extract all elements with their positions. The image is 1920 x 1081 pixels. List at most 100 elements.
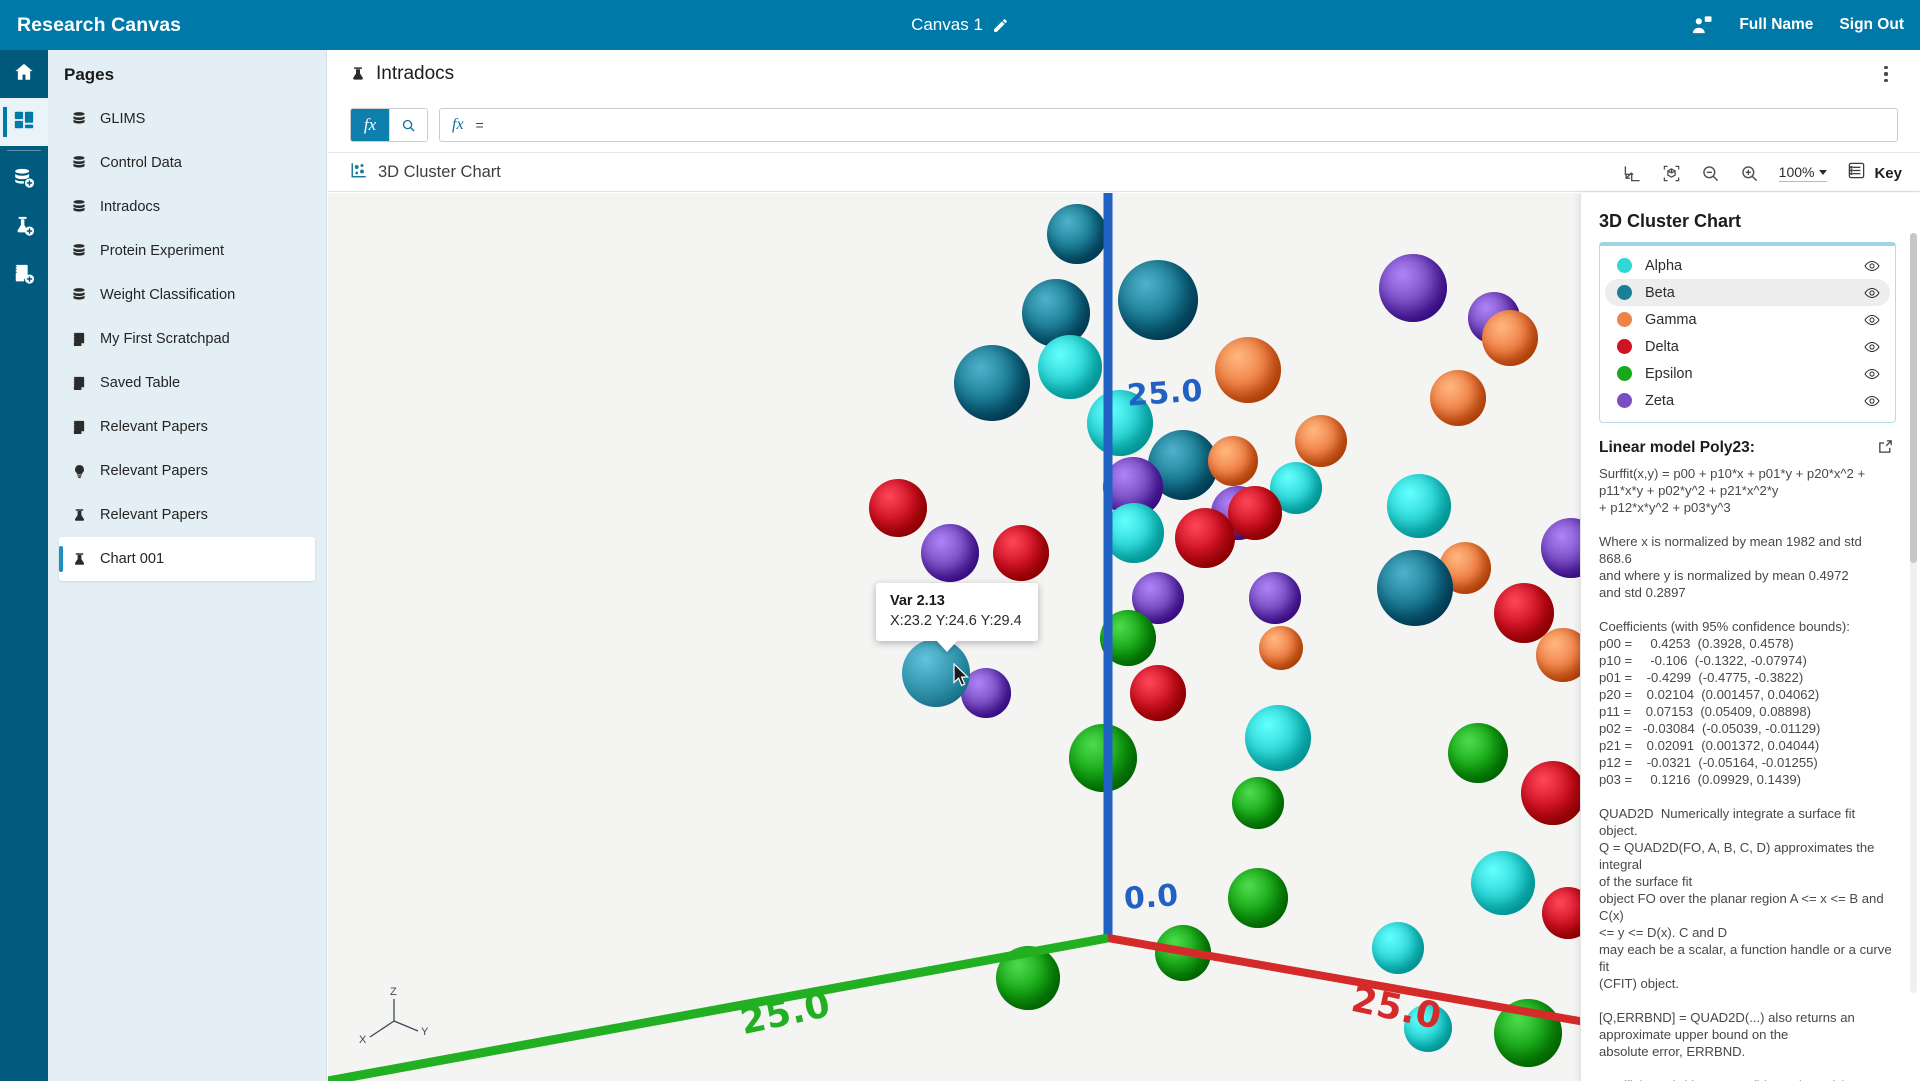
mouse-cursor xyxy=(953,663,970,687)
legend-item-alpha[interactable]: Alpha xyxy=(1605,252,1890,279)
data-point-beta[interactable] xyxy=(1118,260,1198,340)
rail-item-add-note[interactable] xyxy=(0,252,48,300)
sidebar-item-intradocs[interactable]: Intradocs xyxy=(59,185,315,229)
model-equation: Surffit(x,y) = p00 + p10*x + p01*y + p20… xyxy=(1599,466,1866,515)
database-icon xyxy=(70,111,88,127)
legend-list-icon xyxy=(1847,161,1866,185)
data-point-gamma[interactable] xyxy=(1215,337,1281,403)
data-point-epsilon[interactable] xyxy=(996,946,1060,1010)
formula-fx-prefix: fx xyxy=(452,116,464,133)
sign-out-button[interactable]: Sign Out xyxy=(1839,16,1904,34)
flask-icon xyxy=(70,551,88,568)
key-panel: 3D Cluster Chart Alpha Beta Gamma Delta Epsi… xyxy=(1580,193,1920,1081)
sidebar-item-chart-001[interactable]: Chart 001 xyxy=(59,537,315,581)
data-point-gamma[interactable] xyxy=(1259,626,1303,670)
data-point-epsilon[interactable] xyxy=(1100,610,1156,666)
data-point-gamma[interactable] xyxy=(1482,310,1538,366)
zoom-out-icon[interactable] xyxy=(1701,164,1720,183)
fit-view-icon[interactable] xyxy=(1623,164,1642,183)
data-point-alpha[interactable] xyxy=(1038,335,1102,399)
data-point-beta[interactable] xyxy=(954,345,1030,421)
data-point-delta[interactable] xyxy=(1228,486,1282,540)
data-point-epsilon[interactable] xyxy=(1494,999,1562,1067)
data-point-alpha[interactable] xyxy=(1471,851,1535,915)
data-point-delta[interactable] xyxy=(1130,665,1186,721)
main-content: Intradocs fx fx = 3D Cluster Chart 100% … xyxy=(328,50,1920,1081)
sidebar-item-my-first-scratchpad[interactable]: My First Scratchpad xyxy=(59,317,315,361)
data-point-epsilon[interactable] xyxy=(1448,723,1508,783)
data-point-zeta[interactable] xyxy=(921,524,979,582)
data-point-beta[interactable] xyxy=(1377,550,1453,626)
data-point-alpha[interactable] xyxy=(1387,474,1451,538)
data-point-epsilon[interactable] xyxy=(1232,777,1284,829)
data-point-epsilon[interactable] xyxy=(1228,868,1288,928)
sidebar-item-relevant-papers[interactable]: Relevant Papers xyxy=(59,449,315,493)
popout-icon[interactable] xyxy=(1877,438,1894,460)
sidebar-item-control-data[interactable]: Control Data xyxy=(59,141,315,185)
data-point-delta[interactable] xyxy=(1175,508,1235,568)
legend-item-beta[interactable]: Beta xyxy=(1605,279,1890,306)
rail-item-home[interactable] xyxy=(0,50,48,98)
chart-toolbar-left: 3D Cluster Chart xyxy=(350,161,501,184)
coefficients-95: p00 = 0.4253 (0.3928, 0.4578) p10 = -0.1… xyxy=(1599,636,1821,787)
magnifier-icon[interactable] xyxy=(389,109,427,141)
top-bar: Research Canvas Canvas 1 Full Name Sign … xyxy=(0,0,1920,50)
data-point-gamma[interactable] xyxy=(1208,436,1258,486)
data-point-gamma[interactable] xyxy=(1295,415,1347,467)
sidebar-item-glims[interactable]: GLIMS xyxy=(59,97,315,141)
data-point-zeta[interactable] xyxy=(1249,572,1301,624)
sidebar-item-relevant-papers[interactable]: Relevant Papers xyxy=(59,405,315,449)
sidebar-item-label: GLIMS xyxy=(100,111,146,127)
formula-input[interactable]: fx = xyxy=(439,108,1898,142)
sidebar-item-saved-table[interactable]: Saved Table xyxy=(59,361,315,405)
kebab-menu-icon[interactable] xyxy=(1874,62,1898,86)
user-switch-icon[interactable] xyxy=(1691,15,1713,35)
data-point-epsilon[interactable] xyxy=(1155,925,1211,981)
database-icon xyxy=(70,155,88,171)
legend-item-zeta[interactable]: Zeta xyxy=(1605,387,1890,414)
data-point-beta[interactable] xyxy=(1047,204,1107,264)
rail-item-canvas[interactable] xyxy=(0,98,48,146)
zoom-level-value: 100% xyxy=(1778,164,1815,180)
legend-item-delta[interactable]: Delta xyxy=(1605,333,1890,360)
data-point-alpha[interactable] xyxy=(1104,503,1164,563)
eye-icon[interactable] xyxy=(1864,287,1880,299)
sidebar-item-protein-experiment[interactable]: Protein Experiment xyxy=(59,229,315,273)
legend-label: Delta xyxy=(1645,338,1679,355)
axis-tick-z-0: 0.0 xyxy=(1122,878,1180,917)
legend-item-epsilon[interactable]: Epsilon xyxy=(1605,360,1890,387)
eye-icon[interactable] xyxy=(1864,341,1880,353)
data-point-zeta[interactable] xyxy=(1379,254,1447,322)
data-point-alpha[interactable] xyxy=(1372,922,1424,974)
zoom-level-selector[interactable]: 100% xyxy=(1778,164,1828,182)
model-section-header: Linear model Poly23: xyxy=(1581,423,1920,457)
fx-button[interactable]: fx xyxy=(351,109,389,141)
rail-item-add-data[interactable] xyxy=(0,156,48,204)
data-point-delta[interactable] xyxy=(869,479,927,537)
pencil-icon[interactable] xyxy=(992,17,1009,34)
user-name[interactable]: Full Name xyxy=(1739,16,1813,34)
notebook-icon xyxy=(70,331,88,348)
notebook-add-icon xyxy=(13,263,35,290)
data-point-delta[interactable] xyxy=(1521,761,1585,825)
eye-icon[interactable] xyxy=(1864,314,1880,326)
eye-icon[interactable] xyxy=(1864,368,1880,380)
eye-icon[interactable] xyxy=(1864,395,1880,407)
key-toggle-button[interactable]: Key xyxy=(1847,161,1902,185)
eye-icon[interactable] xyxy=(1864,260,1880,272)
sidebar-item-weight-classification[interactable]: Weight Classification xyxy=(59,273,315,317)
sidebar-item-label: Chart 001 xyxy=(100,551,165,567)
data-point-delta[interactable] xyxy=(993,525,1049,581)
legend-item-gamma[interactable]: Gamma xyxy=(1605,306,1890,333)
coeff-heading-95: Coefficients (with 95% confidence bounds… xyxy=(1599,619,1850,634)
data-point-epsilon[interactable] xyxy=(1069,724,1137,792)
cube-rotate-icon[interactable] xyxy=(1662,164,1681,183)
data-point-alpha[interactable] xyxy=(1245,705,1311,771)
key-panel-scrollbar[interactable] xyxy=(1910,233,1917,993)
sidebar-item-relevant-papers[interactable]: Relevant Papers xyxy=(59,493,315,537)
database-add-icon xyxy=(13,167,35,194)
zoom-in-icon[interactable] xyxy=(1740,164,1759,183)
rail-item-add-experiment[interactable] xyxy=(0,204,48,252)
data-point-gamma[interactable] xyxy=(1430,370,1486,426)
svg-text:Y: Y xyxy=(421,1026,429,1038)
